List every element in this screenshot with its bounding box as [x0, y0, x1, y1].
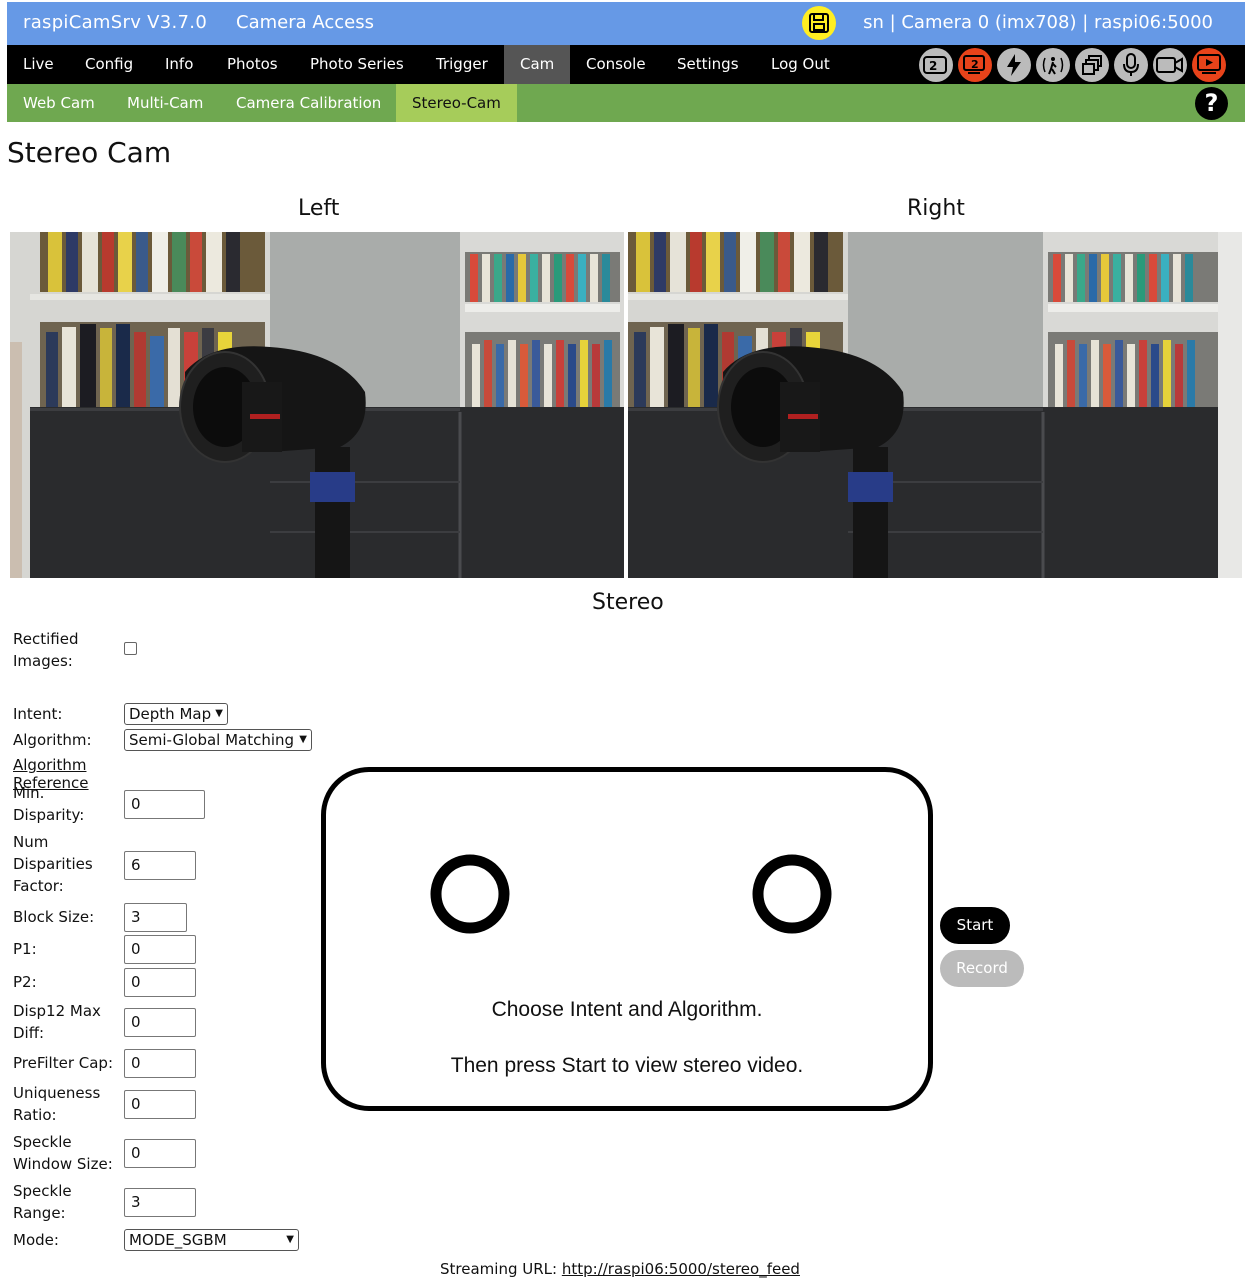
prefilter-cap-input[interactable]: 0 [124, 1049, 196, 1078]
block-size-input[interactable]: 3 [124, 903, 187, 932]
video-camera-icon[interactable] [1153, 48, 1187, 82]
page-title: Stereo Cam [7, 136, 172, 169]
mode-value: MODE_SGBM [129, 1231, 227, 1249]
p1-label: P1: [13, 940, 37, 958]
intent-value: Depth Map [129, 705, 212, 723]
algorithm-select[interactable]: Semi-Global Matching ▼ [124, 729, 312, 751]
svg-text:2: 2 [929, 59, 937, 73]
disp12-max-diff-label: Disp12 Max Diff: [13, 1002, 101, 1042]
intent-label: Intent: [13, 705, 63, 723]
left-camera-label: Left [298, 196, 340, 221]
camera-2-icon[interactable]: 2 [958, 48, 992, 82]
uniqueness-ratio-label: Uniqueness Ratio: [13, 1084, 101, 1124]
main-nav: Live Config Info Photos Photo Series Tri… [7, 45, 1245, 84]
num-disparities-label: Num Disparities Factor: [13, 833, 93, 895]
start-button[interactable]: Start [940, 907, 1010, 944]
p2-label: P2: [13, 973, 37, 991]
mode-label: Mode: [13, 1231, 59, 1249]
nav-photo-series[interactable]: Photo Series [294, 45, 420, 84]
save-icon[interactable] [802, 6, 836, 40]
uniqueness-ratio-input[interactable]: 0 [124, 1090, 196, 1119]
camera-access-title: Camera Access [236, 12, 374, 33]
nav-cam[interactable]: Cam [504, 45, 571, 84]
p1-input[interactable]: 0 [124, 935, 196, 964]
algorithm-label: Algorithm: [13, 731, 92, 749]
streaming-url-label: Streaming URL: [440, 1260, 558, 1278]
right-eye-icon [752, 854, 832, 934]
rectified-images-checkbox[interactable] [124, 642, 137, 655]
intent-select[interactable]: Depth Map ▼ [124, 703, 228, 725]
motion-sensor-icon[interactable] [1036, 48, 1070, 82]
subnav-web-cam[interactable]: Web Cam [7, 84, 111, 122]
camera-status: sn | Camera 0 (imx708) | raspi06:5000 [863, 12, 1213, 33]
subnav-multi-cam[interactable]: Multi-Cam [111, 84, 219, 122]
microphone-icon[interactable] [1114, 48, 1148, 82]
record-button: Record [940, 950, 1024, 987]
subnav-camera-calibration[interactable]: Camera Calibration [220, 84, 397, 122]
nav-settings[interactable]: Settings [661, 45, 755, 84]
flash-icon[interactable] [997, 48, 1031, 82]
chevron-down-icon: ▼ [299, 734, 307, 745]
mode-select[interactable]: MODE_SGBM ▼ [124, 1229, 299, 1251]
nav-console[interactable]: Console [570, 45, 662, 84]
streaming-url: Streaming URL: http://raspi06:5000/stere… [440, 1260, 800, 1278]
num-disparities-input[interactable]: 6 [124, 851, 196, 880]
disp12-max-diff-input[interactable]: 0 [124, 1008, 196, 1037]
nav-live[interactable]: Live [7, 45, 70, 84]
placeholder-line-2: Then press Start to view stereo video. [450, 1054, 804, 1077]
app-header: raspiCamSrv V3.7.0 Camera Access sn | Ca… [7, 2, 1245, 45]
windows-icon[interactable] [1075, 48, 1109, 82]
speckle-window-size-label: Speckle Window Size: [13, 1133, 113, 1173]
min-disparity-label: Min. Disparity: [13, 784, 85, 824]
stereo-label: Stereo [592, 590, 664, 615]
rectified-images-label: Rectified Images: [13, 630, 79, 670]
speckle-window-size-input[interactable]: 0 [124, 1139, 196, 1168]
subnav-stereo-cam[interactable]: Stereo-Cam [396, 84, 517, 122]
left-camera-image [10, 232, 624, 578]
speckle-range-label: Speckle Range: [13, 1182, 72, 1222]
sub-nav: Web Cam Multi-Cam Camera Calibration Ste… [7, 84, 1245, 122]
nav-photos[interactable]: Photos [211, 45, 294, 84]
svg-text:2: 2 [971, 58, 979, 71]
speckle-range-input[interactable]: 3 [124, 1188, 196, 1217]
nav-trigger[interactable]: Trigger [420, 45, 504, 84]
chevron-down-icon: ▼ [215, 708, 223, 719]
dual-camera-icon[interactable]: 2 [919, 48, 953, 82]
right-camera-image [628, 232, 1242, 578]
algorithm-value: Semi-Global Matching [129, 731, 295, 749]
nav-info[interactable]: Info [149, 45, 209, 84]
stream-icon[interactable] [1192, 48, 1226, 82]
block-size-label: Block Size: [13, 908, 95, 926]
prefilter-cap-label: PreFilter Cap: [13, 1054, 114, 1072]
p2-input[interactable]: 0 [124, 968, 196, 997]
left-eye-icon [430, 854, 510, 934]
min-disparity-input[interactable]: 0 [124, 790, 205, 819]
right-camera-label: Right [907, 196, 965, 221]
placeholder-line-1: Choose Intent and Algorithm. [491, 998, 763, 1021]
chevron-down-icon: ▼ [286, 1234, 294, 1245]
nav-logout[interactable]: Log Out [755, 45, 846, 84]
app-title: raspiCamSrv V3.7.0 [23, 12, 208, 33]
nav-config[interactable]: Config [69, 45, 149, 84]
help-icon[interactable]: ? [1195, 87, 1228, 120]
streaming-url-link[interactable]: http://raspi06:5000/stereo_feed [562, 1260, 800, 1278]
stereo-video-placeholder: Choose Intent and Algorithm. Then press … [321, 767, 933, 1111]
